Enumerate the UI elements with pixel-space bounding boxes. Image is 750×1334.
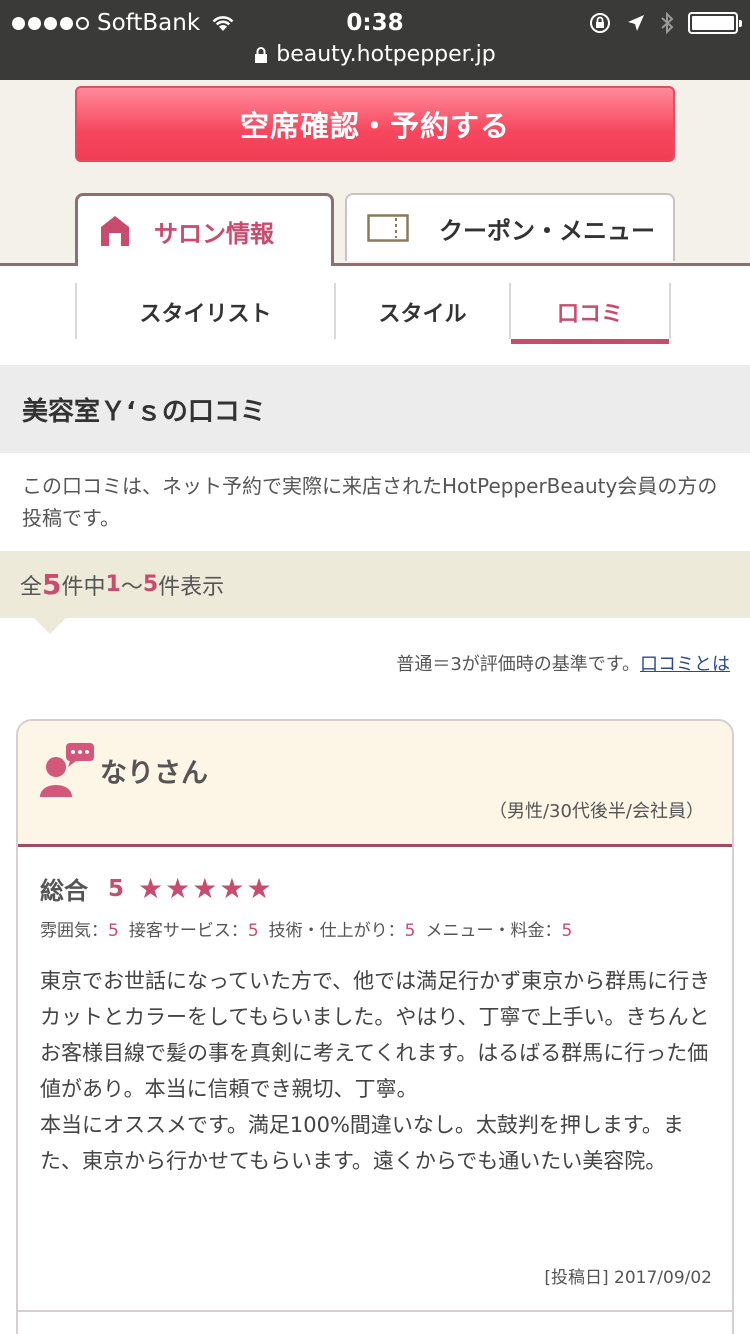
divider — [669, 283, 671, 339]
rotation-lock-icon — [590, 13, 610, 33]
tab-reviews[interactable]: 口コミ — [511, 283, 669, 341]
reviewer-avatar-icon — [40, 743, 94, 797]
sub-tab-bar: スタイリスト スタイル 口コミ — [0, 283, 750, 345]
count-prefix: 全 — [20, 574, 43, 600]
sub-rating-value: 5 — [108, 921, 119, 941]
bluetooth-icon — [661, 11, 674, 35]
salon-house-icon — [101, 216, 129, 246]
star-icon: ★ — [219, 871, 245, 905]
sub-rating: 接客サービス：5 — [129, 916, 259, 941]
sub-rating-label: 雰囲気： — [40, 921, 108, 941]
about-reviews-link[interactable]: 口コミとは — [640, 654, 730, 675]
sub-ratings: 雰囲気：5 接客サービス：5 技術・仕上がり：5 メニュー・料金：5 — [40, 916, 572, 941]
sub-rating: メニュー・料金：5 — [425, 916, 572, 941]
rating-note-text: 普通＝3が評価時の基準です。 — [396, 654, 640, 675]
count-from: 1 — [105, 572, 121, 597]
header-area: 空席確認・予約する サロン情報 クーポン・メニュー — [0, 80, 750, 266]
tab-coupon-menu-label: クーポン・メニュー — [439, 216, 655, 245]
reviewer-profile: （男性/30代後半/会社員） — [488, 801, 704, 822]
overall-rating: 総合 5 ★ ★ ★ ★ ★ — [40, 871, 272, 906]
star-rating: ★ ★ ★ ★ ★ — [138, 871, 272, 905]
count-tilde: ～ — [120, 574, 143, 600]
url-text: beauty.hotpepper.jp — [276, 42, 496, 67]
reviewer-name: なりさん — [100, 758, 208, 789]
page-title: 美容室Ｙ‘ｓの口コミ — [0, 365, 750, 453]
coupon-ticket-icon — [367, 214, 409, 242]
review-body: 東京でお世話になっていた方で、他では満足行かず東京から群馬に行きカットとカラーを… — [40, 969, 711, 1173]
status-bar: SoftBank 0:38 beauty.hotpepper.jp — [0, 0, 750, 80]
count-mid: 件中 — [61, 574, 106, 600]
sub-rating-value: 5 — [561, 921, 573, 941]
reserve-button[interactable]: 空席確認・予約する — [75, 86, 675, 162]
star-icon: ★ — [138, 871, 164, 905]
count-to: 5 — [142, 572, 159, 597]
tab-coupon-menu[interactable]: クーポン・メニュー — [345, 193, 675, 261]
sub-rating-label: 技術・仕上がり： — [268, 921, 405, 941]
location-arrow-icon — [628, 15, 644, 31]
sub-rating-value: 5 — [404, 921, 416, 941]
sub-rating-label: メニュー・料金： — [425, 921, 562, 941]
star-icon: ★ — [192, 871, 218, 905]
overall-label: 総合 — [40, 877, 88, 905]
divider — [18, 1310, 732, 1312]
count-bar-pointer — [34, 618, 66, 634]
sub-rating-value: 5 — [247, 921, 259, 941]
star-icon: ★ — [165, 871, 191, 905]
review-card: なりさん （男性/30代後半/会社員） 総合 5 ★ ★ ★ ★ ★ 雰囲気：5 接客サー… — [16, 719, 734, 1334]
rating-note: 普通＝3が評価時の基準です。口コミとは — [396, 650, 730, 676]
lock-icon — [255, 46, 268, 63]
active-tab-indicator — [511, 339, 669, 344]
battery-icon — [688, 12, 742, 34]
post-date: [投稿日] 2017/09/02 — [544, 1268, 712, 1288]
tab-stylist[interactable]: スタイリスト — [77, 283, 334, 341]
review-header: なりさん （男性/30代後半/会社員） — [18, 721, 732, 847]
address-bar[interactable]: beauty.hotpepper.jp — [0, 42, 750, 67]
result-count-bar: 全 5 件中 1 ～ 5 件表示 — [0, 551, 750, 618]
sub-rating: 雰囲気：5 — [40, 916, 119, 941]
tab-style[interactable]: スタイル — [336, 283, 509, 341]
count-suffix: 件表示 — [158, 574, 225, 600]
overall-score: 5 — [108, 875, 125, 902]
sub-rating: 技術・仕上がり：5 — [269, 916, 416, 941]
tab-salon-info-label: サロン情報 — [154, 219, 274, 248]
reviews-description: この口コミは、ネット予約で実際に来店されたHotPepperBeauty会員の方… — [22, 474, 718, 530]
star-icon: ★ — [246, 871, 272, 905]
count-total: 5 — [42, 568, 62, 601]
tab-salon-info[interactable]: サロン情報 — [75, 193, 334, 266]
sub-rating-label: 接客サービス： — [128, 921, 248, 941]
